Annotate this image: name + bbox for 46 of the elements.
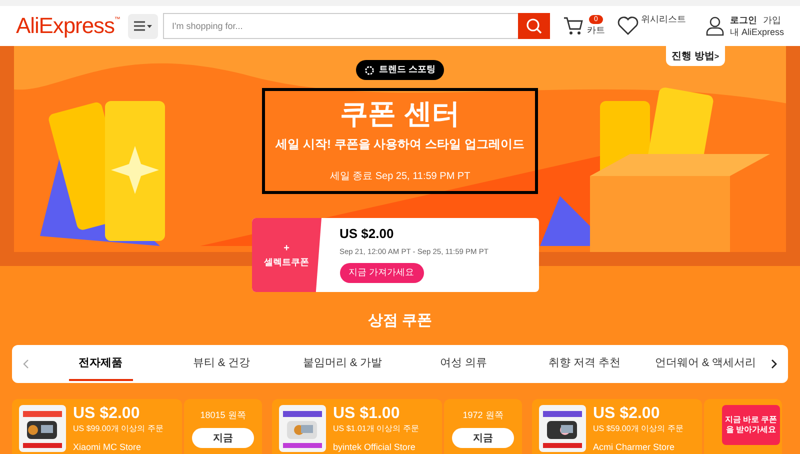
search-icon [526,18,542,34]
category-tab[interactable]: 전자제품 [40,344,161,382]
promo-text: 지금 바로 쿠폰을 받아가세요 [724,414,778,434]
login-link[interactable]: 로그인 [730,14,757,26]
cart-icon[interactable] [562,16,583,36]
sparkle-icon [364,64,376,76]
claim-button[interactable]: 지금 [192,428,254,448]
coupon-condition: US $1.01개 이상의 주문 [333,422,419,434]
remaining-count: 1972 원쪽 [462,408,504,422]
coupon-condition: US $59.00개 이상의 주문 [593,422,684,434]
category-tab[interactable]: 붙임머리 & 가발 [282,344,403,382]
heart-icon[interactable] [616,16,639,36]
category-tab[interactable]: 취향 저격 추천 [524,344,645,382]
remaining-count: 18015 원쪽 [200,408,246,422]
logo[interactable]: AliExpress [16,15,114,37]
category-tab[interactable]: 여성 의류 [403,344,524,382]
search-button[interactable] [518,13,550,39]
sale-end-text: 세일 종료 Sep 25, 11:59 PM PT [330,170,470,184]
store-name: Acmi Charmer Store [593,440,676,454]
coupon-type: 셀렉트쿠폰 [264,256,309,269]
cart-label[interactable]: 카트 [586,24,605,38]
category-tab[interactable]: 언더웨어 & 액세서리 [645,344,766,382]
banner-title: 쿠폰 센터 [340,97,460,131]
category-tab[interactable]: 뷰티 & 건강 [161,344,282,382]
promo-badge[interactable]: 지금 바로 쿠폰을 받아가세요 [722,404,780,444]
menu-button[interactable] [128,14,158,38]
user-icon[interactable] [706,16,724,36]
coupon-amount: US $1.00 [333,404,401,422]
coupon-condition: US $99.00개 이상의 주문 [73,422,164,434]
menu-icon [134,21,152,31]
wishlist-link[interactable]: 위시리스트 [640,13,686,26]
section-title: 상점 쿠폰 [368,311,432,331]
coupon-amount: US $2.00 [73,404,141,422]
badge-label: 트렌드 스포팅 [379,63,436,76]
banner-subtitle: 세일 시작! 쿠폰을 사용하여 스타일 업그레이드 [276,136,524,153]
claim-button[interactable]: 지금 [452,428,514,448]
search-field[interactable]: I'm shopping for... [163,13,518,39]
signup-link[interactable]: 가입 [762,14,781,26]
coupon-amount: US $2.00 [593,404,661,422]
claim-button[interactable]: 지금 가져가세요 [340,262,424,283]
store-name: byintek Official Store [333,440,416,454]
plus-mark: + [284,242,290,256]
account-link[interactable]: 내 AliExpress [730,26,784,38]
how-to-tab[interactable]: 진행 방법> [666,46,725,66]
store-name: Xiaomi MC Store [73,440,142,454]
coupon-amount: US $2.00 [340,225,395,243]
